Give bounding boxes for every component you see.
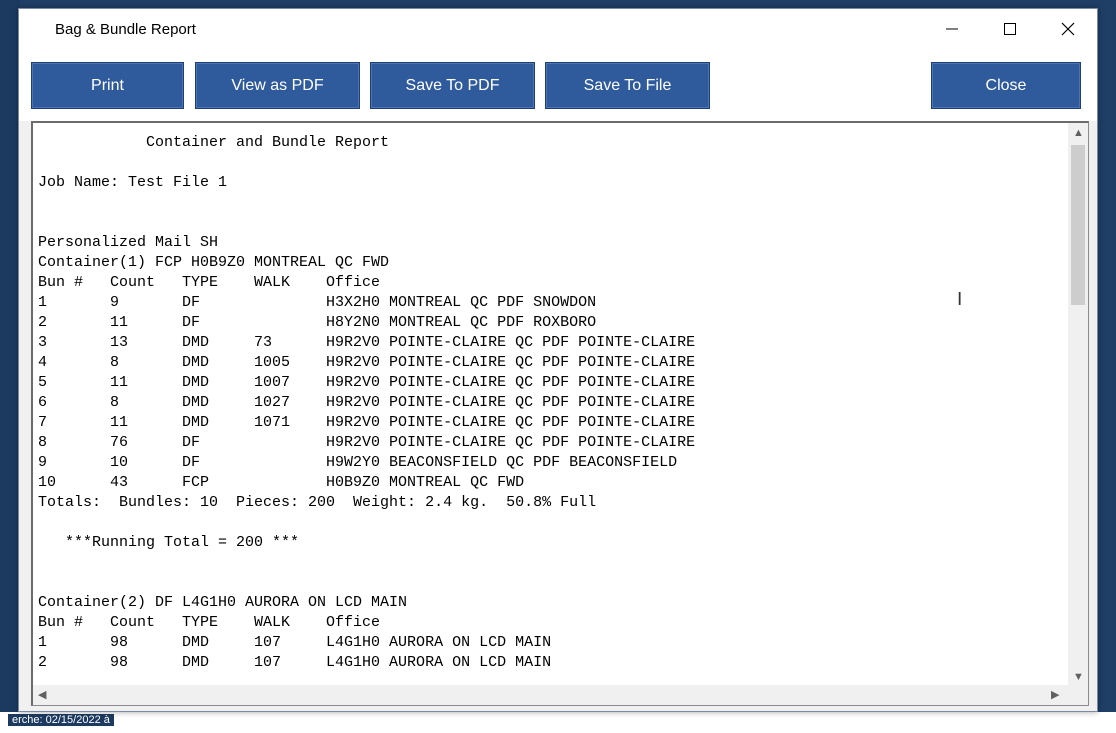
report-line <box>38 513 1063 533</box>
report-line: 7 11 DMD 1071 H9R2V0 POINTE-CLAIRE QC PD… <box>38 414 696 431</box>
report-line <box>38 153 1063 173</box>
background-status-text: erche: 02/15/2022 à <box>8 714 114 726</box>
report-line <box>38 573 1063 593</box>
text-cursor-icon: I <box>957 289 963 310</box>
report-text: Container and Bundle Report Job Name: Tes… <box>38 133 1063 683</box>
resize-grip[interactable] <box>1068 685 1088 705</box>
report-line: Bun # Count TYPE WALK Office <box>38 274 381 291</box>
scroll-right-icon[interactable]: ▶ <box>1051 688 1059 701</box>
report-dialog: Bag & Bundle Report Print View as PDF Sa… <box>18 8 1098 712</box>
report-line <box>38 213 1063 233</box>
report-line: 2 98 DMD 107 L4G1H0 AURORA ON LCD MAIN <box>38 654 552 671</box>
maximize-button[interactable] <box>981 9 1039 49</box>
background-app-bottom <box>0 712 1116 733</box>
view-as-pdf-button[interactable]: View as PDF <box>195 62 360 109</box>
report-line: Container and Bundle Report <box>38 134 390 151</box>
print-button[interactable]: Print <box>31 62 184 109</box>
report-line: 10 43 FCP H0B9Z0 MONTREAL QC FWD <box>38 474 525 491</box>
report-line: Personalized Mail SH <box>38 234 219 251</box>
report-line: 1 98 DMD 107 L4G1H0 AURORA ON LCD MAIN <box>38 634 552 651</box>
report-line: Container(1) FCP H0B9Z0 MONTREAL QC FWD <box>38 254 390 271</box>
report-line: 4 8 DMD 1005 H9R2V0 POINTE-CLAIRE QC PDF… <box>38 354 696 371</box>
close-window-button[interactable] <box>1039 9 1097 49</box>
maximize-icon <box>1004 23 1016 35</box>
report-viewer[interactable]: Container and Bundle Report Job Name: Tes… <box>31 121 1089 706</box>
title-bar[interactable]: Bag & Bundle Report <box>19 9 1097 49</box>
report-line: 5 11 DMD 1007 H9R2V0 POINTE-CLAIRE QC PD… <box>38 374 696 391</box>
toolbar: Print View as PDF Save To PDF Save To Fi… <box>19 49 1097 121</box>
report-line: Job Name: Test File 1 <box>38 174 228 191</box>
report-line: Totals: Bundles: 10 Pieces: 200 Weight: … <box>38 494 597 511</box>
scroll-down-icon[interactable]: ▼ <box>1073 671 1084 683</box>
vertical-scroll-thumb[interactable] <box>1071 145 1085 305</box>
save-to-pdf-button[interactable]: Save To PDF <box>370 62 535 109</box>
report-line: 2 11 DF H8Y2N0 MONTREAL QC PDF ROXBORO <box>38 314 597 331</box>
window-title: Bag & Bundle Report <box>55 21 196 38</box>
report-line: 6 8 DMD 1027 H9R2V0 POINTE-CLAIRE QC PDF… <box>38 394 696 411</box>
report-line: Container(2) DF L4G1H0 AURORA ON LCD MAI… <box>38 594 408 611</box>
scroll-left-icon[interactable]: ◀ <box>38 688 46 701</box>
report-line <box>38 193 1063 213</box>
report-line <box>38 553 1063 573</box>
report-line: Bun # Count TYPE WALK Office <box>38 614 381 631</box>
report-line: 8 76 DF H9R2V0 POINTE-CLAIRE QC PDF POIN… <box>38 434 696 451</box>
save-to-file-button[interactable]: Save To File <box>545 62 710 109</box>
minimize-button[interactable] <box>923 9 981 49</box>
report-line: 3 13 DMD 73 H9R2V0 POINTE-CLAIRE QC PDF … <box>38 334 696 351</box>
scroll-up-icon[interactable]: ▲ <box>1073 127 1084 139</box>
background-app <box>0 0 20 733</box>
minimize-icon <box>946 28 958 30</box>
report-line: 1 9 DF H3X2H0 MONTREAL QC PDF SNOWDON <box>38 294 597 311</box>
report-line: ***Running Total = 200 *** <box>38 534 300 551</box>
horizontal-scrollbar[interactable]: ◀ ▶ <box>33 685 1069 705</box>
report-line: 9 10 DF H9W2Y0 BEACONSFIELD QC PDF BEACO… <box>38 454 678 471</box>
close-icon <box>1061 22 1075 36</box>
vertical-scrollbar[interactable]: ▲ ▼ <box>1068 123 1088 687</box>
close-button[interactable]: Close <box>931 62 1081 109</box>
